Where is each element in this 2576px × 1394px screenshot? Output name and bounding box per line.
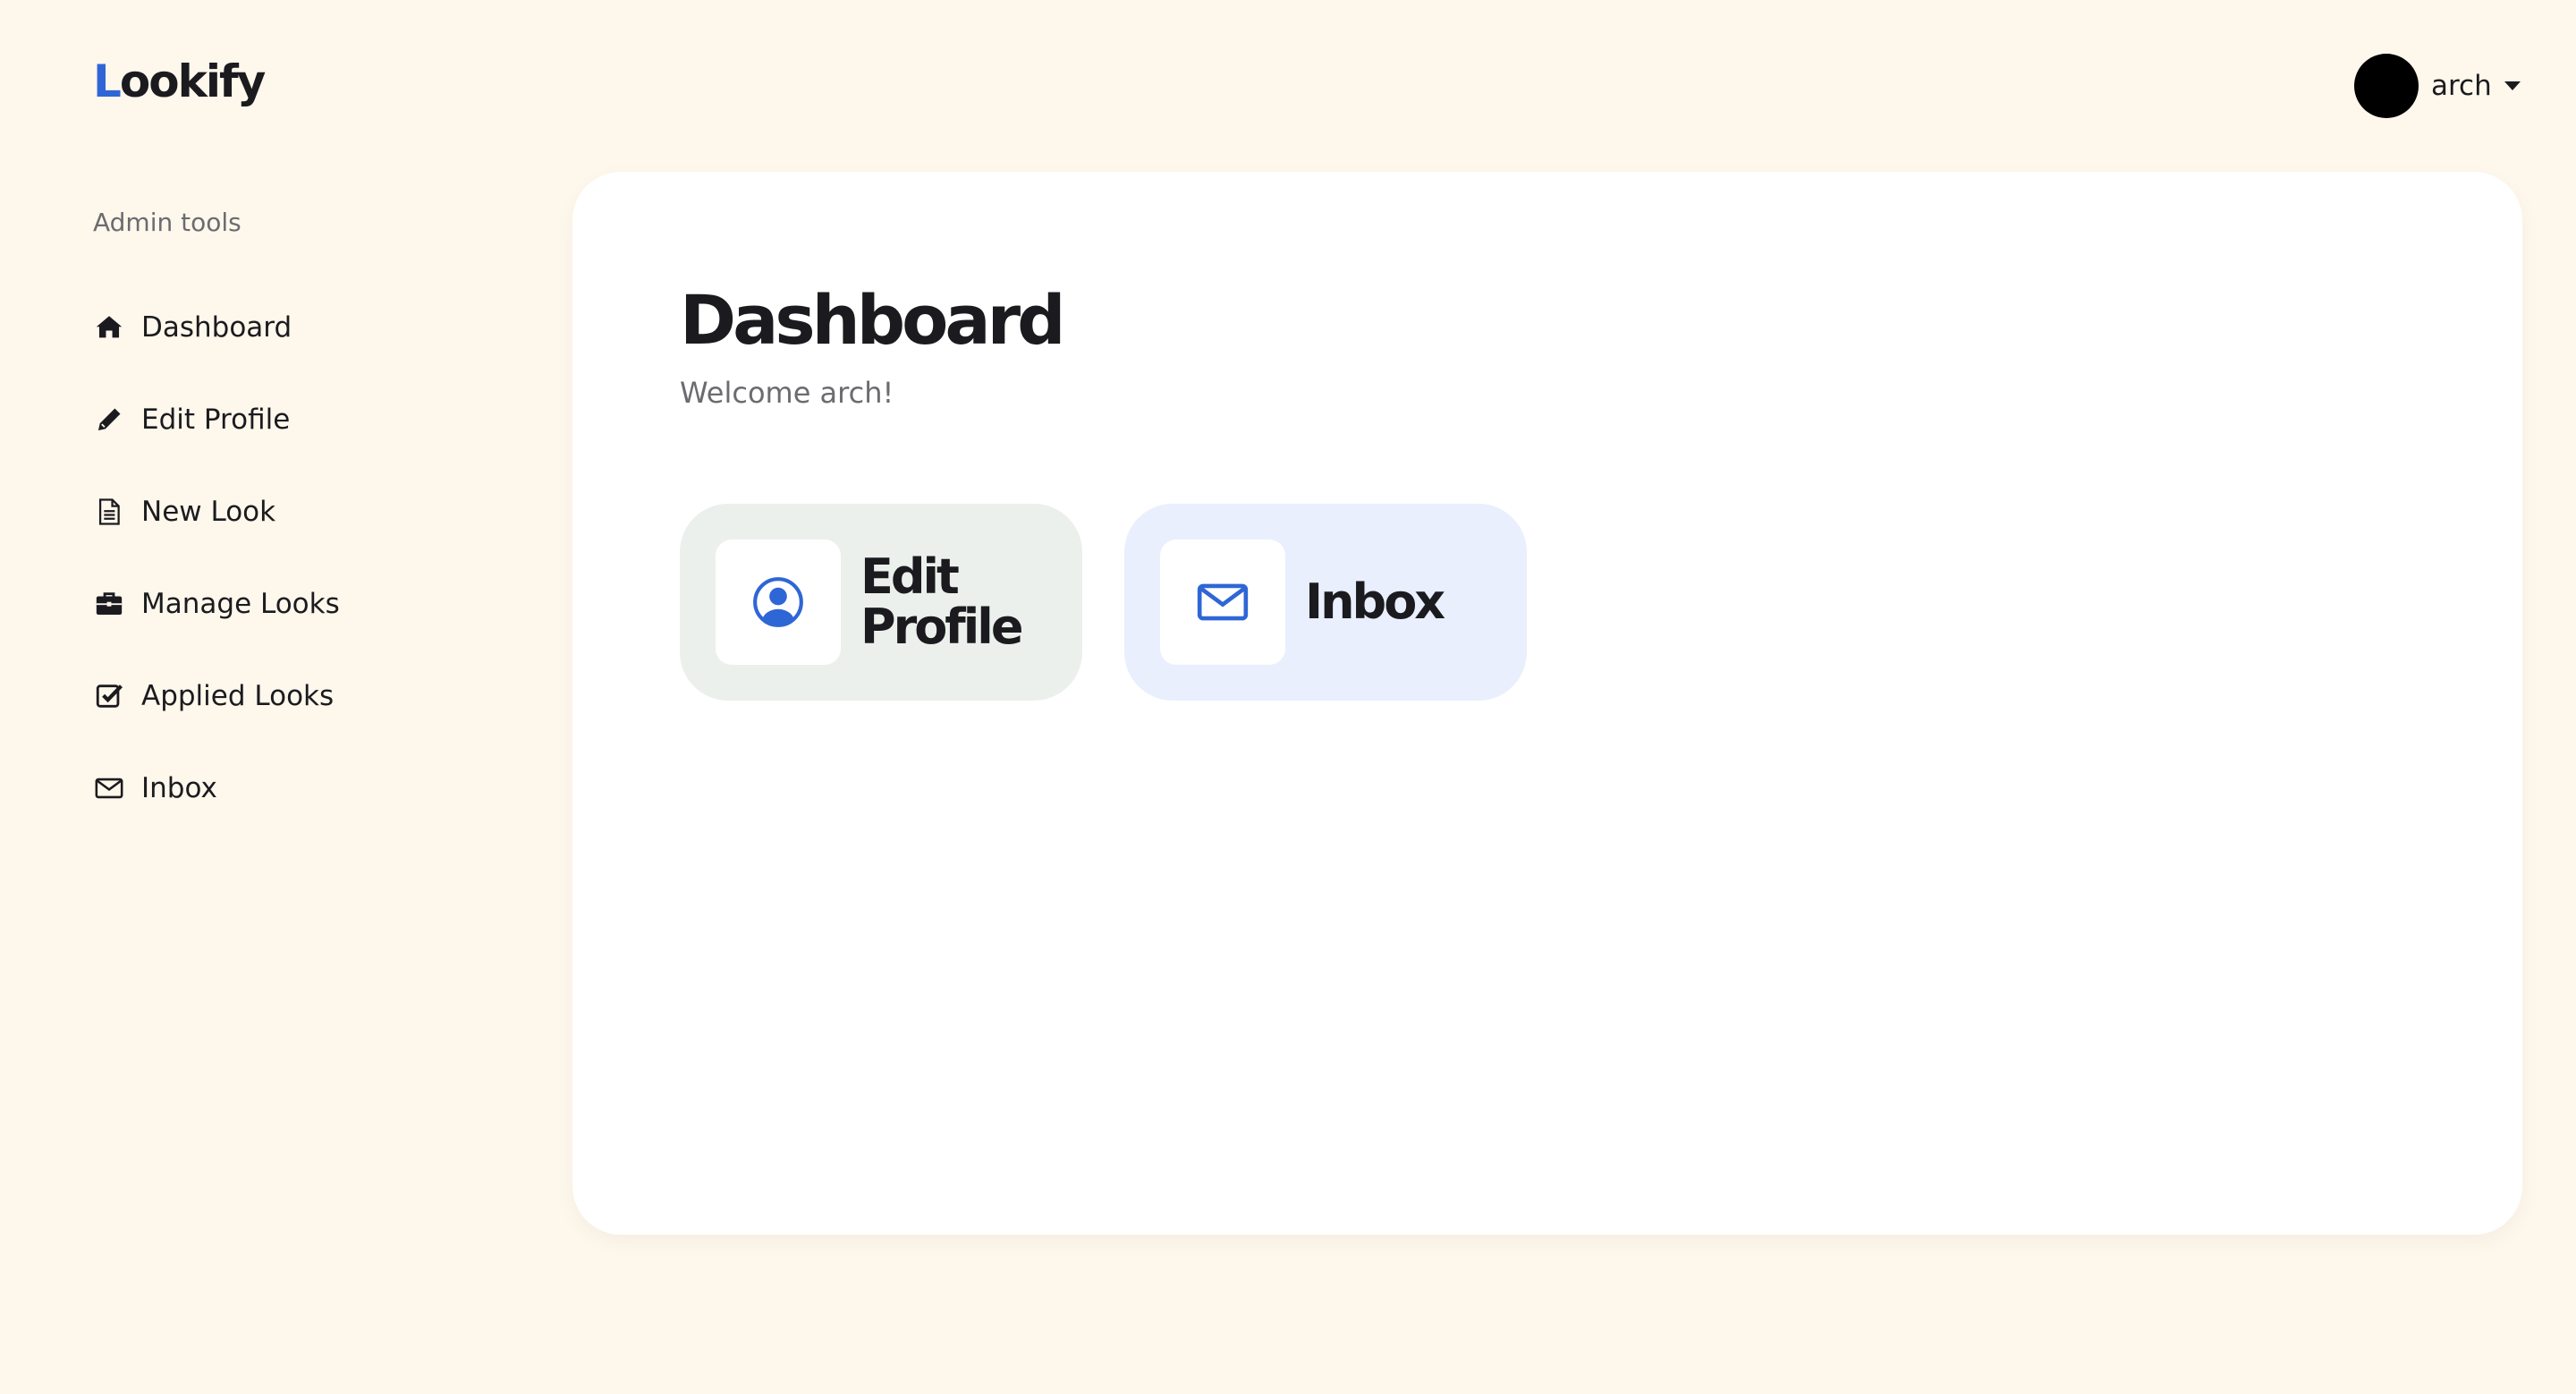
welcome-message: Welcome arch! [680, 376, 894, 410]
tile-icon-container [1160, 540, 1285, 665]
tile-label: Edit Profile [860, 548, 1023, 655]
sidebar-item-label: Edit Profile [141, 404, 291, 436]
home-icon [93, 311, 125, 344]
user-menu[interactable]: arch [2354, 52, 2521, 120]
sidebar-item-label: Inbox [141, 772, 217, 804]
user-circle-icon [753, 577, 803, 627]
envelope-icon [1197, 583, 1249, 621]
sidebar-item-dashboard[interactable]: Dashboard [93, 302, 340, 395]
sidebar-item-inbox[interactable]: Inbox [93, 763, 340, 855]
pencil-icon [93, 404, 125, 436]
app-logo[interactable]: Lookify [93, 59, 266, 104]
sidebar-item-label: Manage Looks [141, 588, 340, 620]
avatar[interactable] [2354, 54, 2419, 118]
document-icon [93, 496, 125, 528]
checkbox-icon [93, 680, 125, 712]
envelope-icon [93, 772, 125, 804]
caret-down-icon [2504, 81, 2521, 90]
sidebar-item-applied-looks[interactable]: Applied Looks [93, 671, 340, 763]
inbox-tile[interactable]: Inbox [1124, 504, 1527, 701]
tile-icon-container [716, 540, 841, 665]
sidebar-item-manage-looks[interactable]: Manage Looks [93, 579, 340, 671]
edit-profile-tile[interactable]: Edit Profile [680, 504, 1082, 701]
tile-label: Inbox [1305, 574, 1445, 630]
sidebar-item-label: Dashboard [141, 311, 292, 344]
logo-first-letter: L [93, 55, 122, 107]
sidebar-heading: Admin tools [93, 208, 242, 237]
sidebar-item-label: Applied Looks [141, 680, 335, 712]
sidebar-item-new-look[interactable]: New Look [93, 487, 340, 579]
main-content: Dashboard Welcome arch! Edit Profile Inb… [572, 172, 2522, 1235]
logo-rest: ookify [119, 55, 266, 107]
sidebar-item-edit-profile[interactable]: Edit Profile [93, 395, 340, 487]
page-title: Dashboard [680, 280, 1065, 360]
user-name: arch [2431, 70, 2492, 102]
briefcase-icon [93, 588, 125, 620]
sidebar-item-label: New Look [141, 496, 276, 528]
sidebar-nav: Dashboard Edit Profile New Look Manage L… [93, 302, 340, 855]
